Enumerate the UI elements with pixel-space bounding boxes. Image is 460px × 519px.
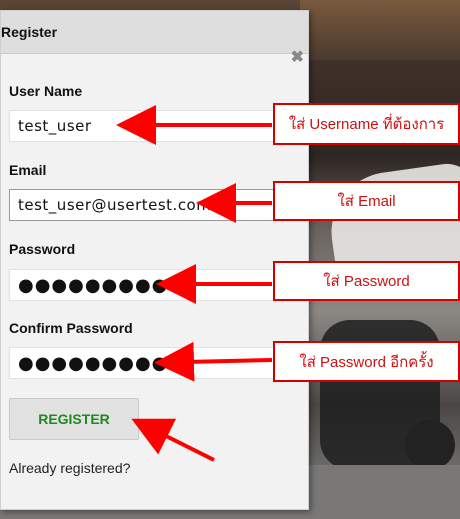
confirm-arrow-icon (154, 341, 273, 382)
register-arrow-icon (131, 418, 215, 462)
arrow-overlay (116, 105, 273, 462)
